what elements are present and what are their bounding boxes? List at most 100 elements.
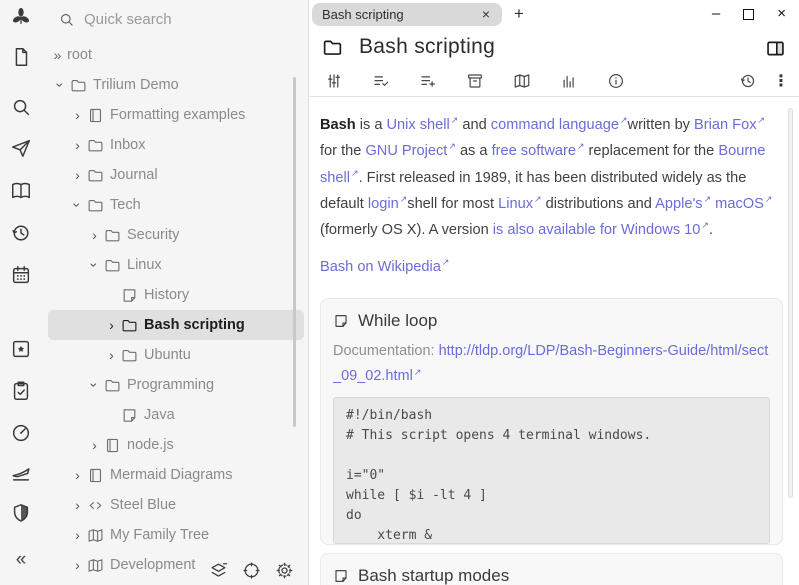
- chevron-right-icon[interactable]: ›: [85, 227, 104, 243]
- bookmark-calendar-icon[interactable]: [10, 338, 32, 360]
- tree-item-tech[interactable]: ›Tech: [48, 190, 304, 220]
- promoted-attributes-icon[interactable]: [419, 72, 437, 90]
- search-icon[interactable]: [10, 96, 32, 118]
- chevron-down-icon[interactable]: ›: [87, 256, 103, 275]
- tree-settings-gear-icon[interactable]: [275, 561, 294, 580]
- inline-link[interactable]: free software↗: [492, 143, 585, 159]
- inline-link[interactable]: is also available for Windows 10↗: [493, 222, 709, 238]
- chevron-right-icon[interactable]: ›: [102, 347, 121, 363]
- tree-item-trilium-demo[interactable]: ›Trilium Demo: [48, 70, 304, 100]
- tree-item-linux[interactable]: › Linux: [48, 250, 304, 280]
- window-close-icon[interactable]: ×: [777, 7, 786, 21]
- tree-item-formatting-examples[interactable]: ›Formatting examples: [48, 100, 304, 130]
- bookmark-tasks-icon[interactable]: [10, 380, 32, 402]
- tree-item-label: Java: [144, 407, 175, 423]
- tree-item-root[interactable]: »root: [48, 40, 304, 70]
- chevron-down-icon[interactable]: ›: [87, 376, 103, 395]
- bookmark-dashboard-icon[interactable]: [10, 422, 32, 444]
- bookmark-travel-icon[interactable]: [10, 462, 32, 484]
- tree-item-programming[interactable]: › Programming: [48, 370, 304, 400]
- card-while-loop-header[interactable]: While loop: [333, 309, 770, 333]
- toggle-right-pane-icon[interactable]: [765, 38, 786, 59]
- tree-scrollbar[interactable]: [293, 77, 296, 427]
- quick-search[interactable]: Quick search: [58, 11, 172, 28]
- tree-item-bash-scripting[interactable]: ›Bash scripting: [48, 310, 304, 340]
- bash-wikipedia-link[interactable]: Bash on Wikipedia↗: [320, 259, 449, 275]
- inline-link[interactable]: Apple's↗: [655, 196, 711, 212]
- code-block[interactable]: #!/bin/bash # This script opens 4 termin…: [333, 397, 770, 544]
- new-tab-button[interactable]: +: [514, 4, 524, 24]
- card-bash-startup-header[interactable]: Bash startup modes: [333, 564, 770, 585]
- tree-item-journal[interactable]: ›Journal: [48, 160, 304, 190]
- chevron-right-icon[interactable]: ›: [68, 497, 87, 513]
- scroll-to-active-note-icon[interactable]: [242, 561, 261, 580]
- tree-item-node-js[interactable]: ›node.js: [48, 430, 304, 460]
- collapse-tree-icon[interactable]: [209, 561, 228, 580]
- chevron-right-icon[interactable]: ›: [68, 527, 87, 543]
- tree-item-security[interactable]: ›Security: [48, 220, 304, 250]
- tree-item-ubuntu[interactable]: ›Ubuntu: [48, 340, 304, 370]
- chevron-down-icon[interactable]: ›: [53, 76, 69, 95]
- chevron-down-icon[interactable]: ›: [70, 196, 86, 215]
- tree-item-my-family-tree[interactable]: ›My Family Tree: [48, 520, 304, 550]
- tab-bash-scripting[interactable]: Bash scripting ×: [312, 3, 502, 26]
- note-icon: [333, 313, 349, 329]
- wiki-link-line: Bash on Wikipedia↗: [320, 257, 783, 275]
- external-link-arrow-icon: ↗: [765, 194, 773, 204]
- chevron-right-icon[interactable]: ›: [68, 107, 87, 123]
- content-scrollbar[interactable]: [788, 108, 793, 498]
- folder-icon: [87, 137, 104, 154]
- tree-item-mermaid-diagrams[interactable]: ›Mermaid Diagrams: [48, 460, 304, 490]
- note-map-book-icon[interactable]: [10, 180, 32, 202]
- trilium-logo-icon[interactable]: [10, 6, 32, 28]
- chevron-right-icon[interactable]: ›: [68, 557, 87, 573]
- card-title: Bash startup modes: [358, 566, 509, 585]
- note-info-icon[interactable]: [607, 72, 625, 90]
- collapse-pane-icon[interactable]: «: [10, 549, 32, 571]
- note-map-icon[interactable]: [513, 72, 531, 90]
- window-controls: – ×: [712, 7, 799, 21]
- similar-notes-icon[interactable]: [560, 72, 578, 90]
- tree-item-label: History: [144, 287, 189, 303]
- recent-changes-icon[interactable]: [10, 222, 32, 244]
- owned-attributes-icon[interactable]: [372, 72, 390, 90]
- protected-session-icon[interactable]: [10, 502, 32, 524]
- window-maximize-icon[interactable]: [743, 9, 754, 20]
- book-icon: [104, 437, 121, 454]
- tree-item-steel-blue[interactable]: ›Steel Blue: [48, 490, 304, 520]
- note-title[interactable]: Bash scripting: [359, 35, 495, 59]
- inline-link[interactable]: macOS↗: [715, 196, 772, 212]
- inline-link[interactable]: login↗: [368, 196, 407, 212]
- more-menu-icon[interactable]: ⋮: [773, 71, 789, 91]
- chevron-right-icon[interactable]: ›: [68, 137, 87, 153]
- basic-properties-icon[interactable]: [325, 72, 343, 90]
- note-paths-icon[interactable]: [466, 72, 484, 90]
- inline-link[interactable]: command language↗: [491, 117, 628, 133]
- text-segment: .: [709, 222, 713, 238]
- chevron-right-icon[interactable]: ›: [102, 317, 121, 333]
- tree-item-label: Linux: [127, 257, 162, 273]
- tree-item-java[interactable]: Java: [48, 400, 304, 430]
- note-revisions-icon[interactable]: [739, 72, 757, 90]
- send-note-icon[interactable]: [10, 137, 32, 159]
- tab-close-icon[interactable]: ×: [480, 6, 492, 22]
- inline-link[interactable]: Unix shell↗: [387, 117, 459, 133]
- root-marker-icon[interactable]: »: [48, 47, 67, 63]
- external-link-arrow-icon: ↗: [620, 115, 628, 125]
- inline-link[interactable]: Brian Fox↗: [694, 117, 765, 133]
- tree-item-inbox[interactable]: ›Inbox: [48, 130, 304, 160]
- folder-icon: [70, 77, 87, 94]
- inline-link[interactable]: Linux↗: [498, 196, 541, 212]
- inline-link[interactable]: GNU Project↗: [365, 143, 455, 159]
- tree-item-history[interactable]: History: [48, 280, 304, 310]
- map-icon: [87, 557, 104, 574]
- tree-item-label: Programming: [127, 377, 214, 393]
- calendar-icon[interactable]: [10, 264, 32, 286]
- chevron-right-icon[interactable]: ›: [85, 437, 104, 453]
- note-icon: [121, 407, 138, 424]
- window-minimize-icon[interactable]: –: [712, 7, 720, 21]
- chevron-right-icon[interactable]: ›: [68, 167, 87, 183]
- new-note-icon[interactable]: [10, 46, 32, 68]
- book-icon: [87, 467, 104, 484]
- chevron-right-icon[interactable]: ›: [68, 467, 87, 483]
